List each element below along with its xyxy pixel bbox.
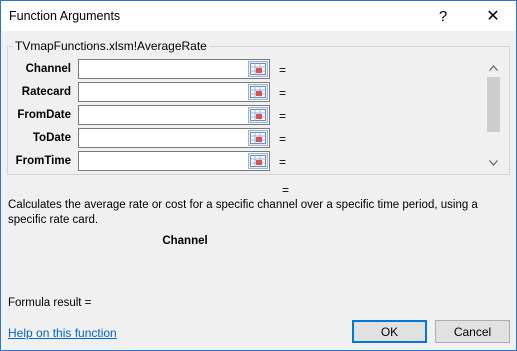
dialog-title: Function Arguments xyxy=(9,9,121,23)
function-description: Calculates the average rate or cost for … xyxy=(8,199,478,226)
range-select-icon xyxy=(250,155,266,167)
scroll-thumb[interactable] xyxy=(487,77,500,132)
scroll-up-button[interactable] xyxy=(485,60,502,75)
range-select-icon xyxy=(250,132,266,144)
channel-input[interactable] xyxy=(79,60,247,78)
ratecard-input[interactable] xyxy=(79,83,247,101)
argument-equals: = xyxy=(279,155,287,169)
chevron-up-icon xyxy=(489,64,498,71)
argument-equals: = xyxy=(279,86,287,100)
argument-equals: = xyxy=(279,132,287,146)
formula-result-label: Formula result = xyxy=(8,297,92,309)
function-name: TVmapFunctions.xlsm!AverageRate xyxy=(15,39,207,53)
todate-input[interactable] xyxy=(79,129,247,147)
title-bar[interactable]: Function Arguments ? ✕ xyxy=(1,1,516,31)
channel-ref-button[interactable] xyxy=(248,61,268,77)
argument-label: Ratecard xyxy=(21,86,71,98)
argument-label: Channel xyxy=(25,63,71,75)
ratecard-input-box xyxy=(78,82,270,102)
help-button[interactable]: ? xyxy=(421,1,465,31)
fromtime-ref-button[interactable] xyxy=(248,153,268,169)
question-mark-icon: ? xyxy=(438,7,448,25)
function-arguments-dialog: Function Arguments ? ✕ TVmapFunctions.xl… xyxy=(0,0,517,351)
argument-label: FromTime xyxy=(15,155,71,167)
help-on-function-link[interactable]: Help on this function xyxy=(8,326,117,340)
fromdate-input-box xyxy=(78,105,270,125)
close-icon: ✕ xyxy=(486,8,500,25)
chevron-down-icon xyxy=(489,159,498,166)
range-select-icon xyxy=(250,63,266,75)
range-select-icon xyxy=(250,86,266,98)
ratecard-ref-button[interactable] xyxy=(248,84,268,100)
current-argument-name: Channel xyxy=(162,235,208,247)
channel-input-box xyxy=(78,59,270,79)
ok-button[interactable]: OK xyxy=(352,320,427,343)
range-select-icon xyxy=(250,109,266,121)
scroll-down-button[interactable] xyxy=(485,155,502,170)
todate-ref-button[interactable] xyxy=(248,130,268,146)
cancel-button[interactable]: Cancel xyxy=(435,320,510,343)
arguments-scrollbar[interactable] xyxy=(485,60,502,170)
fromtime-input[interactable] xyxy=(79,152,247,170)
argument-label: FromDate xyxy=(17,109,71,121)
function-result-equals: = xyxy=(282,183,290,197)
todate-input-box xyxy=(78,128,270,148)
argument-label: ToDate xyxy=(32,132,71,144)
close-button[interactable]: ✕ xyxy=(471,1,515,31)
argument-equals: = xyxy=(279,63,287,77)
argument-equals: = xyxy=(279,109,287,123)
fromdate-ref-button[interactable] xyxy=(248,107,268,123)
fromtime-input-box xyxy=(78,151,270,171)
fromdate-input[interactable] xyxy=(79,106,247,124)
